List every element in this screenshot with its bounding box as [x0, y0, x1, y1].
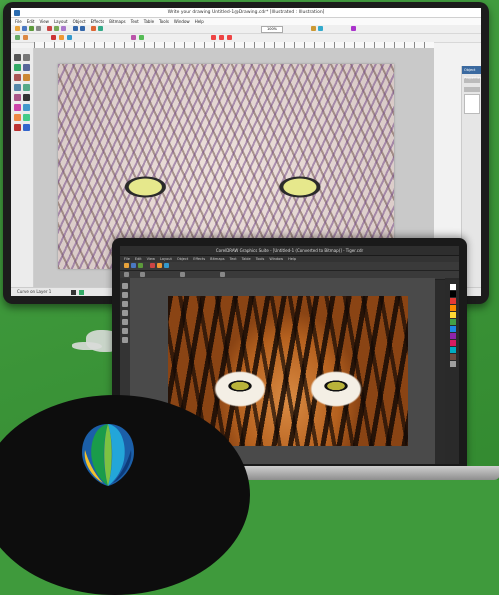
property-icon[interactable] [220, 272, 225, 277]
docker-title[interactable]: Object Properties [462, 66, 481, 80]
rectangle-tool-icon[interactable] [122, 328, 128, 334]
drop-shadow-icon[interactable] [14, 114, 21, 121]
property-icon[interactable] [23, 35, 28, 40]
title-bar: Write your drawing Untitled-1@Drawing.cd… [11, 8, 481, 18]
property-icon[interactable] [140, 272, 145, 277]
laptop-toolbar [120, 262, 459, 271]
property-icon[interactable] [180, 272, 185, 277]
pick-tool-icon[interactable] [122, 283, 128, 289]
color-palette [445, 278, 459, 464]
new-icon[interactable] [15, 26, 20, 31]
copy-icon[interactable] [157, 263, 162, 268]
pick-tool-icon[interactable] [14, 54, 21, 61]
connector-tool-icon[interactable] [23, 104, 30, 111]
property-icon[interactable] [227, 35, 232, 40]
property-icon[interactable] [219, 35, 224, 40]
color-swatch[interactable] [450, 298, 456, 304]
zoom-tool-icon[interactable] [23, 64, 30, 71]
launch-icon[interactable] [351, 26, 356, 31]
paint-splat [72, 342, 102, 350]
color-swatch[interactable] [450, 312, 456, 318]
laptop-title-bar: CorelDRAW Graphics Suite - [Untitled-1 (… [120, 246, 459, 256]
property-icon[interactable] [59, 35, 64, 40]
menu-bar: File Edit View Layout Object Effects Bit… [11, 18, 481, 25]
save-icon[interactable] [138, 263, 143, 268]
freehand-tool-icon[interactable] [122, 319, 128, 325]
zoom-tool-icon[interactable] [122, 310, 128, 316]
export-icon[interactable] [98, 26, 103, 31]
new-icon[interactable] [124, 263, 129, 268]
menu-file[interactable]: File [15, 18, 22, 25]
menu-edit[interactable]: Edit [27, 18, 35, 25]
color-swatch[interactable] [450, 361, 456, 367]
color-swatch[interactable] [450, 347, 456, 353]
crop-tool-icon[interactable] [122, 301, 128, 307]
window-title: Write your drawing Untitled-1@Drawing.cd… [167, 10, 325, 15]
menu-object[interactable]: Object [73, 18, 86, 25]
snap-icon[interactable] [311, 26, 316, 31]
options-icon[interactable] [318, 26, 323, 31]
text-tool-icon[interactable] [122, 337, 128, 343]
docker-preview [464, 94, 480, 114]
color-swatch[interactable] [450, 333, 456, 339]
eyedropper-icon[interactable] [14, 124, 21, 131]
laptop-window-title: CorelDRAW Graphics Suite - [Untitled-1 (… [215, 248, 364, 253]
menu-tools[interactable]: Tools [159, 18, 169, 25]
undo-icon[interactable] [73, 26, 78, 31]
zoom-level[interactable]: 100% [261, 26, 283, 33]
print-icon[interactable] [36, 26, 41, 31]
color-swatch[interactable] [450, 291, 456, 297]
outline-swatch[interactable] [79, 290, 84, 295]
open-icon[interactable] [131, 263, 136, 268]
property-icon[interactable] [124, 272, 129, 277]
paste-icon[interactable] [164, 263, 169, 268]
freehand-tool-icon[interactable] [14, 74, 21, 81]
copy-icon[interactable] [54, 26, 59, 31]
shape-tool-icon[interactable] [122, 292, 128, 298]
text-tool-icon[interactable] [23, 94, 30, 101]
menu-effects[interactable]: Effects [91, 18, 105, 25]
menu-layout[interactable]: Layout [54, 18, 68, 25]
menu-window[interactable]: Window [174, 18, 190, 25]
color-swatch[interactable] [450, 340, 456, 346]
ellipse-tool-icon[interactable] [23, 84, 30, 91]
color-swatch[interactable] [450, 284, 456, 290]
shape-tool-icon[interactable] [23, 54, 30, 61]
menu-bitmaps[interactable]: Bitmaps [109, 18, 125, 25]
interactive-fill-icon[interactable] [23, 124, 30, 131]
save-icon[interactable] [29, 26, 34, 31]
property-icon[interactable] [67, 35, 72, 40]
property-icon[interactable] [139, 35, 144, 40]
open-icon[interactable] [22, 26, 27, 31]
color-swatch[interactable] [450, 305, 456, 311]
docker-control[interactable] [464, 87, 480, 92]
rectangle-tool-icon[interactable] [14, 84, 21, 91]
paste-icon[interactable] [61, 26, 66, 31]
color-swatch[interactable] [450, 326, 456, 332]
property-icon[interactable] [51, 35, 56, 40]
property-icon[interactable] [211, 35, 216, 40]
transparency-icon[interactable] [23, 114, 30, 121]
fill-swatch[interactable] [71, 290, 76, 295]
standard-toolbar: 100% [11, 25, 481, 34]
menu-text[interactable]: Text [131, 18, 139, 25]
artistic-media-icon[interactable] [23, 74, 30, 81]
redo-icon[interactable] [80, 26, 85, 31]
color-swatch[interactable] [450, 354, 456, 360]
cut-icon[interactable] [47, 26, 52, 31]
menu-help[interactable]: Help [195, 18, 204, 25]
toolbox [11, 48, 34, 290]
import-icon[interactable] [91, 26, 96, 31]
polygon-tool-icon[interactable] [14, 94, 21, 101]
color-swatch[interactable] [450, 319, 456, 325]
property-icon[interactable] [131, 35, 136, 40]
parallel-dimension-icon[interactable] [14, 104, 21, 111]
menu-view[interactable]: View [39, 18, 49, 25]
status-text: Curve on Layer 1 [17, 289, 52, 294]
crop-tool-icon[interactable] [14, 64, 21, 71]
app-icon [14, 9, 20, 16]
property-icon[interactable] [15, 35, 20, 40]
cut-icon[interactable] [150, 263, 155, 268]
menu-table[interactable]: Table [144, 18, 154, 25]
